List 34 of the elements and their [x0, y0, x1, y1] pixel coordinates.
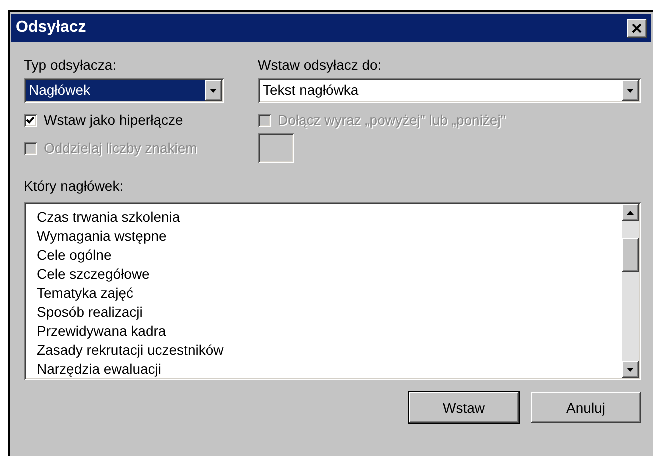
field-label: Typ odsyłacza: — [24, 56, 118, 75]
scroll-up-button[interactable] — [622, 204, 639, 221]
list-item[interactable]: Czas trwania szkolenia — [34, 208, 614, 227]
checkbox-label: Dołącz wyraz „powyżej" lub „poniżej" — [278, 112, 506, 128]
list-item[interactable]: Cele szczegółowe — [34, 265, 614, 284]
list-item[interactable]: Sposób realizacji — [34, 303, 614, 322]
checkbox[interactable] — [24, 114, 37, 126]
dropdown-button[interactable] — [205, 80, 222, 101]
close-button[interactable] — [627, 18, 647, 38]
down-arrow-icon — [627, 88, 634, 92]
checkbox-label: Oddzielaj liczby znakiem — [44, 140, 198, 156]
scroll-down-button[interactable] — [622, 361, 639, 378]
list-item[interactable]: Cele ogólne — [34, 246, 614, 265]
down-arrow-icon — [210, 88, 217, 92]
cancel-button[interactable]: Anuluj — [531, 392, 641, 423]
list-item[interactable]: Zasady rekrutacji uczestników — [34, 341, 614, 360]
list-item[interactable]: Narzędzia ewaluacji — [34, 360, 614, 378]
dropdown[interactable]: Tekst nagłówka — [258, 78, 641, 103]
dropdown-button[interactable] — [622, 80, 639, 101]
window-title: Odsyłacz — [16, 19, 86, 37]
checkbox-label: Wstaw jako hiperłącze — [44, 112, 184, 128]
dropdown-value: Nagłówek — [26, 80, 205, 101]
insert-button[interactable]: Wstaw — [409, 392, 519, 423]
scroll-thumb[interactable] — [622, 238, 639, 272]
up-arrow-icon — [627, 210, 634, 214]
dropdown[interactable]: Nagłówek — [24, 78, 224, 103]
list-item[interactable]: Wymagania wstępne — [34, 227, 614, 246]
checkmark-icon — [26, 116, 35, 124]
list-item[interactable]: Tematyka zajęć — [34, 284, 614, 303]
list-label: Który nagłówek: — [24, 177, 125, 196]
field-label: Wstaw odsyłacz do: — [258, 56, 383, 75]
close-icon — [632, 24, 642, 32]
down-arrow-icon — [627, 368, 634, 372]
list-item[interactable]: Przewidywana kadra — [34, 322, 614, 341]
